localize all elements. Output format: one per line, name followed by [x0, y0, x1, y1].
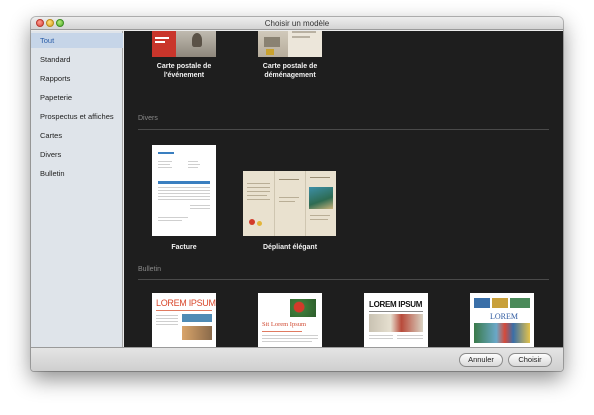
caption-line: Carte postale de: [156, 63, 212, 70]
template-thumb-depliant-elegant[interactable]: [243, 171, 336, 236]
template-gallery: Carte postale de l'événement Carte posta…: [124, 31, 563, 347]
title-bar: Choisir un modèle: [31, 17, 563, 30]
template-chooser-window: Choisir un modèle Tout Standard Rapports…: [31, 17, 563, 371]
bottom-bar: Annuler Choisir: [31, 347, 563, 371]
thumb-title: Sit Lorem Ipsum: [262, 321, 307, 328]
section-divider: [138, 129, 549, 130]
template-thumb-bulletin-1[interactable]: LOREM IPSUM: [152, 293, 216, 347]
section-divider: [138, 279, 549, 280]
window-title: Choisir un modèle: [264, 19, 330, 28]
section-label-bulletin: Bulletin: [138, 266, 161, 273]
template-thumb-bulletin-3[interactable]: LOREM IPSUM: [364, 293, 428, 347]
sidebar-item-bulletin[interactable]: Bulletin: [31, 166, 123, 181]
thumb-title: LOREM: [490, 312, 518, 321]
template-name-moving-postcard: Carte postale de déménagement: [235, 62, 345, 80]
sidebar-item-rapports[interactable]: Rapports: [31, 71, 123, 86]
caption-line: Carte postale de: [262, 63, 318, 70]
sidebar-item-cartes[interactable]: Cartes: [31, 128, 123, 143]
template-name-depliant-elegant: Dépliant élégant: [262, 244, 318, 251]
cancel-button[interactable]: Annuler: [459, 353, 503, 367]
template-thumb-facture[interactable]: [152, 145, 216, 236]
sidebar-item-divers[interactable]: Divers: [31, 147, 123, 162]
sidebar-item-papeterie[interactable]: Papeterie: [31, 90, 123, 105]
sidebar-item-tout[interactable]: Tout: [31, 33, 123, 48]
thumb-title: LOREM IPSUM: [369, 300, 423, 309]
template-name-event-postcard: Carte postale de l'événement: [129, 62, 239, 80]
sidebar-item-standard[interactable]: Standard: [31, 52, 123, 67]
caption-line: l'événement: [163, 72, 205, 79]
choose-button[interactable]: Choisir: [508, 353, 552, 367]
template-thumb-bulletin-2[interactable]: Sit Lorem Ipsum: [258, 293, 322, 347]
template-name-facture: Facture: [171, 244, 197, 251]
section-label-divers: Divers: [138, 115, 158, 122]
thumb-title: LOREM IPSUM: [156, 298, 216, 308]
template-thumb-event-postcard[interactable]: [152, 31, 216, 57]
category-sidebar: Tout Standard Rapports Papeterie Prospec…: [31, 31, 123, 347]
sidebar-item-prospectus[interactable]: Prospectus et affiches: [31, 109, 123, 124]
caption-line: déménagement: [264, 72, 316, 79]
template-thumb-bulletin-4[interactable]: LOREM: [470, 293, 534, 347]
template-thumb-moving-postcard[interactable]: [258, 31, 322, 57]
